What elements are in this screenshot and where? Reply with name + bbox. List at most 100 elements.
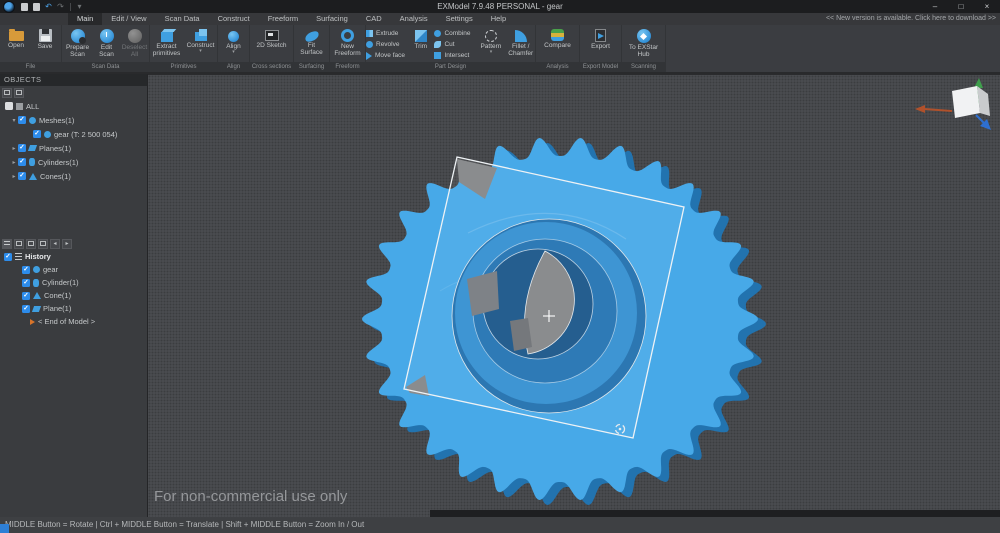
history-item-cone[interactable]: ✓ Cone(1)	[0, 289, 147, 302]
divider	[70, 3, 71, 11]
app-icon[interactable]	[3, 1, 15, 13]
history-item-cylinder[interactable]: ✓ Cylinder(1)	[0, 276, 147, 289]
maximize-button[interactable]: □	[948, 0, 974, 13]
history-root-item[interactable]: ✓ History	[0, 250, 147, 263]
x-axis	[924, 109, 952, 111]
history-item-plane[interactable]: ✓ Plane(1)	[0, 302, 147, 315]
fillet-chamfer-button[interactable]: Fillet / Chamfer	[506, 26, 535, 58]
plane-icon	[32, 306, 41, 312]
tree-item-cylinders[interactable]: ▸ ✓ Cylinders(1)	[0, 155, 147, 169]
menu-cad[interactable]: CAD	[357, 13, 391, 25]
tree-item-gear[interactable]: ✓ gear (T: 2 500 054)	[0, 127, 147, 141]
tree-item-all[interactable]: ALL	[0, 99, 147, 113]
checkbox[interactable]: ✓	[18, 144, 26, 152]
chevron-right-icon[interactable]: ▸	[10, 145, 18, 152]
revolve-button[interactable]: Revolve	[366, 39, 407, 50]
history-tree-view-button[interactable]	[14, 239, 24, 249]
viewport-3d[interactable]: For non-commercial use only	[148, 74, 1000, 517]
menu-main[interactable]: Main	[68, 13, 102, 25]
history-item-gear[interactable]: ✓ gear	[0, 263, 147, 276]
ribbon-group-primitives: Extract primitives Construct ▾ Primitive…	[150, 25, 218, 72]
undo-icon[interactable]: ↶	[43, 1, 54, 12]
ribbon-group-export-model: Export Export Model	[580, 25, 622, 72]
chevron-down-icon: ▾	[199, 49, 202, 53]
save-button[interactable]: Save	[31, 26, 59, 50]
menu-construct[interactable]: Construct	[209, 13, 259, 25]
2d-sketch-button[interactable]: 2D Sketch	[257, 26, 287, 49]
menu-analysis[interactable]: Analysis	[391, 13, 437, 25]
checkbox[interactable]: ✓	[22, 279, 30, 287]
export-button[interactable]: Export	[586, 26, 616, 50]
deselect-all-button[interactable]: Deselect All	[121, 26, 149, 59]
intersect-button[interactable]: Intersect	[434, 50, 475, 61]
new-version-notification[interactable]: << New version is available. Click here …	[826, 13, 996, 25]
tree-item-meshes[interactable]: ▾ ✓ Meshes(1)	[0, 113, 147, 127]
history-option2-button[interactable]	[38, 239, 48, 249]
checkbox[interactable]: ✓	[18, 172, 26, 180]
tree-item-label: Cylinder(1)	[42, 278, 79, 287]
checkbox[interactable]: ✓	[33, 130, 41, 138]
pattern-button[interactable]: Pattern ▾	[478, 26, 503, 54]
construct-icon	[195, 32, 207, 41]
edit-scan-icon	[100, 29, 114, 43]
tree-item-cones[interactable]: ▸ ✓ Cones(1)	[0, 169, 147, 183]
expand-tree-button[interactable]	[2, 88, 12, 98]
export-icon	[595, 29, 606, 42]
checkbox[interactable]: ✓	[18, 158, 26, 166]
prepare-scan-button[interactable]: Prepare Scan	[63, 26, 93, 59]
tree-item-label: < End of Model >	[38, 317, 95, 326]
filter-tree-button[interactable]	[14, 88, 24, 98]
menu-help[interactable]: Help	[482, 13, 515, 25]
new-freeform-button[interactable]: New Freeform	[332, 26, 364, 58]
close-button[interactable]: ×	[974, 0, 1000, 13]
chevron-down-icon: ▾	[232, 50, 235, 54]
combine-button[interactable]: Combine	[434, 28, 475, 39]
menu-settings[interactable]: Settings	[437, 13, 482, 25]
menu-scan-data[interactable]: Scan Data	[156, 13, 209, 25]
menu-edit-view[interactable]: Edit / View	[102, 13, 155, 25]
cylinder-icon	[29, 158, 35, 166]
move-face-button[interactable]: Move face	[366, 50, 407, 61]
checkbox[interactable]	[5, 102, 13, 110]
chevron-right-icon[interactable]: ▸	[10, 159, 18, 166]
checkbox[interactable]: ✓	[22, 292, 30, 300]
fit-surface-button[interactable]: Fit Surface	[297, 26, 327, 57]
ribbon-group-label: Align	[218, 62, 249, 72]
menu-surfacing[interactable]: Surfacing	[307, 13, 357, 25]
construct-button[interactable]: Construct ▾	[184, 26, 217, 53]
menu-freeform[interactable]: Freeform	[259, 13, 307, 25]
model-canvas[interactable]	[148, 75, 1000, 517]
compare-button[interactable]: Compare	[541, 26, 575, 49]
quick-access-menu-icon[interactable]: ▾	[74, 1, 85, 12]
tree-item-planes[interactable]: ▸ ✓ Planes(1)	[0, 141, 147, 155]
history-item-end-of-model[interactable]: < End of Model >	[0, 315, 147, 328]
extrude-button[interactable]: Extrude	[366, 28, 407, 39]
step-back-button[interactable]: ◂	[50, 239, 60, 249]
cone-icon	[29, 173, 37, 180]
fillet-chamfer-label: Fillet / Chamfer	[506, 43, 535, 58]
combine-icon	[434, 30, 441, 37]
cut-label: Cut	[444, 41, 454, 48]
extract-primitives-button[interactable]: Extract primitives	[150, 26, 183, 58]
history-list-view-button[interactable]	[2, 239, 12, 249]
cut-button[interactable]: Cut	[434, 39, 475, 50]
history-option-button[interactable]	[26, 239, 36, 249]
quick-save-icon[interactable]	[31, 1, 42, 12]
chevron-right-icon[interactable]: ▸	[10, 173, 18, 180]
orientation-cube[interactable]	[915, 78, 991, 130]
align-button[interactable]: Align ▾	[220, 26, 248, 54]
checkbox[interactable]: ✓	[22, 305, 30, 313]
edit-scan-button[interactable]: Edit Scan	[94, 26, 120, 59]
trim-button[interactable]: Trim	[410, 26, 431, 50]
checkbox[interactable]: ✓	[22, 266, 30, 274]
chevron-down-icon[interactable]: ▾	[10, 117, 18, 124]
checkbox[interactable]: ✓	[4, 253, 12, 261]
step-forward-button[interactable]: ▸	[62, 239, 72, 249]
quick-open-icon[interactable]	[19, 1, 30, 12]
checkbox[interactable]: ✓	[18, 116, 26, 124]
minimize-button[interactable]: –	[922, 0, 948, 13]
redo-icon[interactable]: ↷	[55, 1, 66, 12]
open-button[interactable]: Open	[2, 26, 30, 49]
to-exstar-hub-button[interactable]: To EXStar Hub	[625, 26, 663, 59]
revolve-icon	[366, 41, 373, 48]
